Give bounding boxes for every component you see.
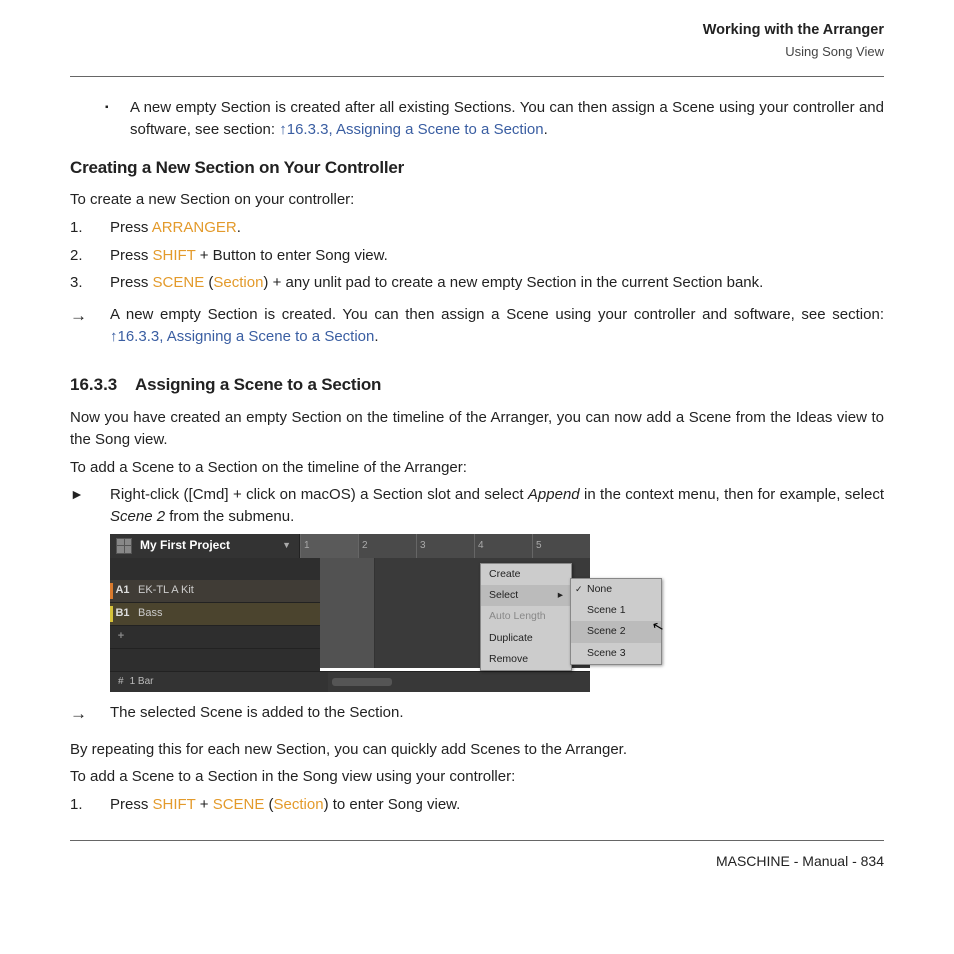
after-p1: By repeating this for each new Section, …: [70, 739, 884, 761]
track-slot: B1: [110, 606, 132, 622]
intro-text: A new empty Section is created after all…: [130, 97, 884, 141]
track-name: EK-TL A Kit: [132, 583, 194, 599]
project-header[interactable]: My First Project ▼: [110, 534, 300, 558]
timeline-area[interactable]: Create Select▸ Auto Length Duplicate Rem…: [320, 558, 590, 668]
chevron-right-icon: ▸: [558, 588, 563, 603]
kw-shift: SHIFT: [153, 247, 196, 264]
track-slot: A1: [110, 583, 132, 599]
intro-link[interactable]: ↑16.3.3, Assigning a Scene to a Section: [279, 121, 543, 138]
bar-control[interactable]: # 1 Bar: [110, 672, 328, 692]
ruler-tick: 3: [416, 534, 474, 558]
arrow-icon: →: [70, 304, 110, 348]
result-link[interactable]: ↑16.3.3, Assigning a Scene to a Section: [110, 328, 374, 345]
ctx-auto-length: Auto Length: [481, 606, 571, 627]
after-p2: To add a Scene to a Section in the Song …: [70, 766, 884, 788]
section-number: 16.3.3: [70, 373, 135, 398]
plus-icon: +: [110, 629, 132, 645]
project-name: My First Project: [140, 537, 230, 554]
kw-shift: SHIFT: [153, 796, 196, 813]
em-append: Append: [528, 486, 580, 503]
track-list: A1 EK-TL A Kit B1 Bass +: [110, 558, 320, 671]
step-number: 3.: [70, 272, 110, 294]
kw-section: Section: [274, 796, 324, 813]
step-text: Press SCENE (Section) + any unlit pad to…: [110, 272, 884, 294]
ctx-select[interactable]: Select▸: [481, 585, 571, 606]
header-subtitle: Using Song View: [70, 43, 884, 70]
scroll-track[interactable]: [328, 672, 590, 692]
step-1: 1. Press ARRANGER.: [70, 217, 884, 239]
ruler-tick: 4: [474, 534, 532, 558]
bullet-icon: ▪: [105, 97, 130, 141]
step-number: 2.: [70, 245, 110, 267]
triangle-icon: ►: [70, 484, 110, 528]
kw-scene: SCENE: [153, 274, 205, 291]
kw-scene: SCENE: [213, 796, 265, 813]
step-2: 2. Press SHIFT + Button to enter Song vi…: [70, 245, 884, 267]
ruler-tick: 2: [358, 534, 416, 558]
subheading-create-controller: Creating a New Section on Your Controlle…: [70, 156, 884, 181]
lead-text: To create a new Section on your controll…: [70, 189, 884, 211]
step-number: 1.: [70, 794, 110, 816]
after-result-text: The selected Scene is added to the Secti…: [110, 702, 884, 727]
track-name: Bass: [132, 606, 162, 622]
ruler-tick: 5: [532, 534, 590, 558]
after-step-1: 1. Press SHIFT + SCENE (Section) to ente…: [70, 794, 884, 816]
ruler-tick: 1: [300, 534, 358, 558]
step-text: Press ARRANGER.: [110, 217, 884, 239]
intro-bullet: ▪ A new empty Section is created after a…: [105, 97, 884, 141]
kw-section: Section: [213, 274, 263, 291]
track-b1[interactable]: B1 Bass: [110, 603, 320, 626]
instruction-row: ► Right-click ([Cmd] + click on macOS) a…: [70, 484, 884, 528]
section-title: Assigning a Scene to a Section: [135, 373, 884, 398]
header-title: Working with the Arranger: [70, 20, 884, 41]
context-menu[interactable]: Create Select▸ Auto Length Duplicate Rem…: [480, 563, 572, 671]
timeline-ruler[interactable]: 1 2 3 4 5: [300, 534, 590, 558]
arranger-screenshot: My First Project ▼ 1 2 3 4 5 A1 EK-TL A …: [110, 534, 590, 692]
ctx-create[interactable]: Create: [481, 564, 571, 585]
step-text: Press SHIFT + SCENE (Section) to enter S…: [110, 794, 884, 816]
section-p2: To add a Scene to a Section on the timel…: [70, 457, 884, 479]
result-text: A new empty Section is created. You can …: [110, 304, 884, 348]
intro-suffix: .: [544, 121, 548, 138]
kw-arranger: ARRANGER: [152, 219, 237, 236]
track-a1[interactable]: A1 EK-TL A Kit: [110, 580, 320, 603]
after-result-row: → The selected Scene is added to the Sec…: [70, 702, 884, 727]
result-row: → A new empty Section is created. You ca…: [70, 304, 884, 348]
sub-none[interactable]: None: [571, 579, 661, 600]
step-number: 1.: [70, 217, 110, 239]
instruction-text: Right-click ([Cmd] + click on macOS) a S…: [110, 484, 884, 528]
section-heading: 16.3.3 Assigning a Scene to a Section: [70, 373, 884, 398]
sub-scene-3[interactable]: Scene 3: [571, 643, 661, 664]
em-scene2: Scene 2: [110, 508, 165, 525]
hash-icon: #: [118, 675, 124, 690]
track-add[interactable]: +: [110, 626, 320, 649]
grid-icon[interactable]: [116, 538, 132, 554]
ctx-remove[interactable]: Remove: [481, 649, 571, 670]
section-p1: Now you have created an empty Section on…: [70, 407, 884, 451]
step-3: 3. Press SCENE (Section) + any unlit pad…: [70, 272, 884, 294]
arrow-icon: →: [70, 702, 110, 727]
sub-scene-2[interactable]: Scene 2: [571, 621, 661, 642]
ctx-duplicate[interactable]: Duplicate: [481, 628, 571, 649]
page-footer: MASCHINE - Manual - 834: [70, 840, 884, 871]
chevron-down-icon[interactable]: ▼: [282, 539, 291, 552]
step-text: Press SHIFT + Button to enter Song view.: [110, 245, 884, 267]
scroll-thumb[interactable]: [332, 678, 392, 686]
page-header: Working with the Arranger Using Song Vie…: [70, 20, 884, 77]
submenu[interactable]: None Scene 1 Scene 2 Scene 3: [570, 578, 662, 665]
sub-scene-1[interactable]: Scene 1: [571, 600, 661, 621]
bar-label: 1 Bar: [130, 675, 154, 690]
